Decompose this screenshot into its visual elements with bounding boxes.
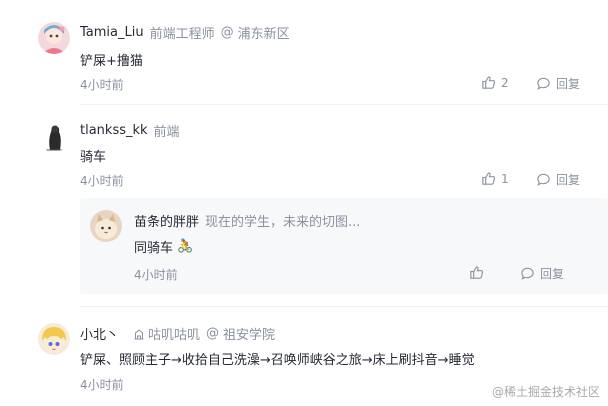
comment-icon <box>521 267 534 280</box>
company-badge: 咕叽咕叽 <box>133 324 200 343</box>
bicycle-emoji: 🚴 <box>177 239 194 254</box>
comment-content: 铲屎+撸猫 <box>80 54 143 69</box>
comment-icon <box>537 77 550 90</box>
reply-thread: 苗条的胖胖 现在的学生，未来的切图... 同骑车 🚴 4小时前 回复 <box>80 198 608 294</box>
author-line: Tamia_Liu 前端工程师 @ 浦东新区 <box>80 23 290 42</box>
avatar[interactable] <box>38 22 70 54</box>
comment-content: 铲屎、照顾主子→收拾自己洗澡→召唤师峡谷之旅→床上刷抖音→睡觉 <box>80 353 475 368</box>
like-count: 2 <box>501 75 509 90</box>
reply-button[interactable]: 回复 <box>536 171 580 188</box>
reply-button[interactable]: 回复 <box>520 265 564 282</box>
username[interactable]: 小北丶 <box>80 324 119 343</box>
like-count: 1 <box>501 171 509 186</box>
reply-text: 同骑车 <box>134 241 174 256</box>
company: 祖安学院 <box>223 328 276 343</box>
at-sign: @ <box>220 25 234 40</box>
job-title: 前端 <box>153 125 180 140</box>
comment-content: 骑车 <box>80 150 107 165</box>
company-badge-text: 咕叽咕叽 <box>148 328 201 343</box>
avatar[interactable] <box>38 120 70 152</box>
job-title: 前端工程师 <box>149 27 215 42</box>
comment-icon <box>537 173 550 186</box>
avatar[interactable] <box>90 210 122 242</box>
username[interactable]: 苗条的胖胖 <box>134 211 199 230</box>
company: 浦东新区 <box>237 27 290 42</box>
thumbs-up-icon <box>482 172 496 185</box>
avatar[interactable] <box>38 323 70 355</box>
like-button[interactable]: 1 <box>481 171 509 186</box>
like-button[interactable] <box>469 265 489 280</box>
divider <box>80 306 608 307</box>
username[interactable]: Tamia_Liu <box>80 25 144 40</box>
reply-button[interactable]: 回复 <box>536 75 580 92</box>
thumbs-up-icon <box>470 266 484 279</box>
comment-time: 4小时前 <box>80 78 124 92</box>
author-line: 苗条的胖胖 现在的学生，未来的切图... <box>134 211 360 230</box>
reply-time: 4小时前 <box>134 268 178 282</box>
comment-time: 4小时前 <box>80 378 124 392</box>
reply-content: 同骑车 🚴 <box>134 237 193 256</box>
divider <box>80 104 608 105</box>
thumbs-up-icon <box>482 76 496 89</box>
author-line: tlankss_kk 前端 <box>80 121 180 140</box>
author-line: 小北丶 咕叽咕叽 @ 祖安学院 <box>80 324 275 343</box>
reply-label: 回复 <box>556 77 581 91</box>
username[interactable]: tlankss_kk <box>80 123 148 138</box>
reply-label: 回复 <box>556 173 581 187</box>
building-icon <box>134 328 144 339</box>
reply-label: 回复 <box>540 267 565 281</box>
job-title: 现在的学生，未来的切图... <box>205 215 361 230</box>
like-button[interactable]: 2 <box>481 75 509 90</box>
at-sign: @ <box>206 326 220 341</box>
comment-time: 4小时前 <box>80 174 124 188</box>
watermark: @稀土掘金技术社区 <box>491 385 600 399</box>
